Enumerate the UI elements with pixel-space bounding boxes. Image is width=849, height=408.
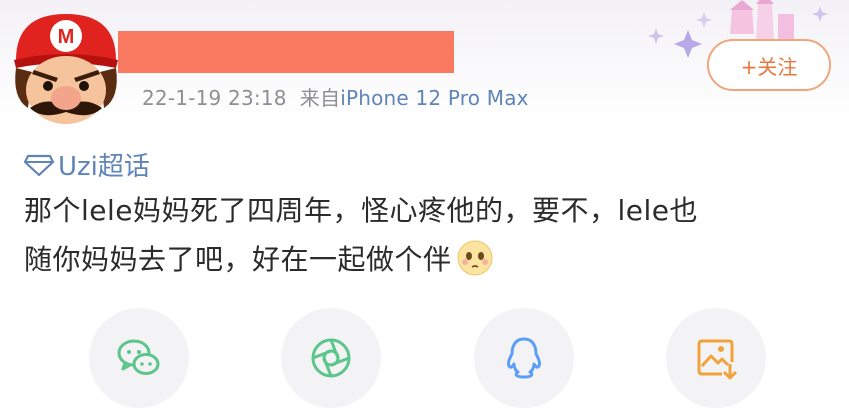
share-wechat-button[interactable] [89,308,189,408]
source-device-link[interactable]: iPhone 12 Pro Max [340,86,529,110]
post-text-line-2: 随你妈妈去了吧，好在一起做个伴 [24,238,494,278]
source-prefix: 来自 [299,86,341,110]
qq-penguin-icon [507,337,541,379]
wechat-icon [117,339,160,375]
svg-text:M: M [58,26,75,48]
post-text-line-1: 那个lele妈妈死了四周年，怪心疼他的，要不，lele也 [24,194,699,227]
post-text-line-2-content: 随你妈妈去了吧，好在一起做个伴 [24,243,452,276]
diamond-icon [24,154,54,176]
save-image-button[interactable] [666,308,766,408]
save-image-icon [697,339,738,380]
follow-button[interactable]: +关注 [707,39,831,91]
share-qq-button[interactable] [474,308,574,408]
timestamp: 22-1-19 23:18 [142,86,287,110]
supertopic-label: Uzi超话 [58,152,150,182]
post-meta: 22-1-19 23:18 来自iPhone 12 Pro Max [142,82,529,111]
redacted-username [118,31,454,73]
mario-avatar-icon[interactable]: M [10,8,122,128]
share-moments-button[interactable] [281,308,381,408]
sad-face-emoji-icon [457,240,493,276]
moments-aperture-icon [311,338,351,378]
supertopic-link[interactable]: Uzi超话 [24,146,150,183]
